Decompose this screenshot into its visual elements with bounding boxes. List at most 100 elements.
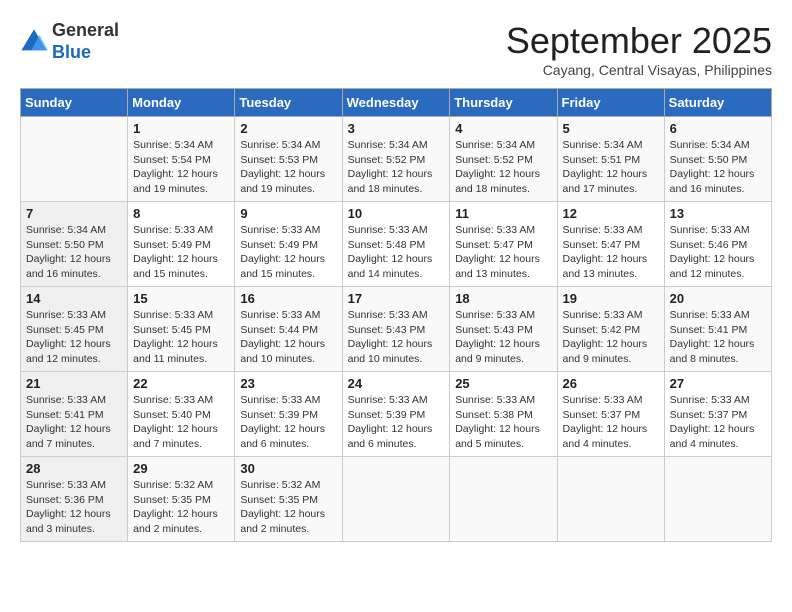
day-info: Sunrise: 5:33 AMSunset: 5:39 PMDaylight:… [348, 393, 445, 452]
day-info: Sunrise: 5:33 AMSunset: 5:37 PMDaylight:… [670, 393, 766, 452]
day-info: Sunrise: 5:33 AMSunset: 5:37 PMDaylight:… [563, 393, 659, 452]
calendar-cell: 2 Sunrise: 5:34 AMSunset: 5:53 PMDaylight… [235, 117, 342, 202]
calendar-day-header: Saturday [664, 89, 771, 117]
calendar-cell [664, 457, 771, 542]
day-info: Sunrise: 5:34 AMSunset: 5:50 PMDaylight:… [670, 138, 766, 197]
calendar-cell: 29Sunrise: 5:32 AMSunset: 5:35 PMDayligh… [128, 457, 235, 542]
calendar-cell: 23 Sunrise: 5:33 AMSunset: 5:39 PMDayligh… [235, 372, 342, 457]
logo-general-text: General [52, 20, 119, 42]
calendar-cell: 26 Sunrise: 5:33 AMSunset: 5:37 PMDayligh… [557, 372, 664, 457]
day-number: 15 [133, 291, 229, 306]
day-number: 22 [133, 376, 229, 391]
calendar-cell [21, 117, 128, 202]
calendar-day-header: Monday [128, 89, 235, 117]
month-title: September 2025 [506, 20, 772, 62]
calendar-cell [450, 457, 557, 542]
day-info: Sunrise: 5:34 AMSunset: 5:54 PMDaylight:… [133, 138, 229, 197]
calendar-week-row: 7 Sunrise: 5:34 AMSunset: 5:50 PMDaylight… [21, 202, 772, 287]
day-info: Sunrise: 5:34 AMSunset: 5:52 PMDaylight:… [348, 138, 445, 197]
day-number: 8 [133, 206, 229, 221]
page-header: General Blue September 2025 Cayang, Cent… [20, 20, 772, 78]
day-number: 10 [348, 206, 445, 221]
logo: General Blue [20, 20, 119, 63]
calendar-cell: 4 Sunrise: 5:34 AMSunset: 5:52 PMDaylight… [450, 117, 557, 202]
calendar-cell: 9 Sunrise: 5:33 AMSunset: 5:49 PMDaylight… [235, 202, 342, 287]
day-number: 30 [240, 461, 336, 476]
calendar-cell: 17 Sunrise: 5:33 AMSunset: 5:43 PMDayligh… [342, 287, 450, 372]
day-number: 23 [240, 376, 336, 391]
calendar-cell [557, 457, 664, 542]
day-number: 1 [133, 121, 229, 136]
calendar-cell: 6 Sunrise: 5:34 AMSunset: 5:50 PMDaylight… [664, 117, 771, 202]
calendar-cell: 1 Sunrise: 5:34 AMSunset: 5:54 PMDaylight… [128, 117, 235, 202]
day-info: Sunrise: 5:33 AMSunset: 5:47 PMDaylight:… [455, 223, 551, 282]
day-number: 2 [240, 121, 336, 136]
day-info: Sunrise: 5:33 AMSunset: 5:43 PMDaylight:… [455, 308, 551, 367]
title-area: September 2025 Cayang, Central Visayas, … [506, 20, 772, 78]
day-number: 25 [455, 376, 551, 391]
calendar-cell: 28 Sunrise: 5:33 AMSunset: 5:36 PMDayligh… [21, 457, 128, 542]
calendar-cell: 24 Sunrise: 5:33 AMSunset: 5:39 PMDayligh… [342, 372, 450, 457]
calendar-cell: 14 Sunrise: 5:33 AMSunset: 5:45 PMDayligh… [21, 287, 128, 372]
day-number: 11 [455, 206, 551, 221]
calendar-cell: 12 Sunrise: 5:33 AMSunset: 5:47 PMDayligh… [557, 202, 664, 287]
day-number: 9 [240, 206, 336, 221]
day-number: 24 [348, 376, 445, 391]
day-number: 6 [670, 121, 766, 136]
day-number: 27 [670, 376, 766, 391]
day-number: 19 [563, 291, 659, 306]
day-number: 12 [563, 206, 659, 221]
calendar-cell: 20 Sunrise: 5:33 AMSunset: 5:41 PMDayligh… [664, 287, 771, 372]
calendar-table: SundayMondayTuesdayWednesdayThursdayFrid… [20, 88, 772, 542]
day-number: 17 [348, 291, 445, 306]
calendar-cell: 27 Sunrise: 5:33 AMSunset: 5:37 PMDayligh… [664, 372, 771, 457]
day-number: 3 [348, 121, 445, 136]
calendar-cell: 16Sunrise: 5:33 AMSunset: 5:44 PMDayligh… [235, 287, 342, 372]
day-info: Sunrise: 5:34 AMSunset: 5:50 PMDaylight:… [26, 223, 122, 282]
calendar-cell: 19 Sunrise: 5:33 AMSunset: 5:42 PMDayligh… [557, 287, 664, 372]
day-info: Sunrise: 5:33 AMSunset: 5:36 PMDaylight:… [26, 478, 122, 537]
day-info: Sunrise: 5:33 AMSunset: 5:45 PMDaylight:… [26, 308, 122, 367]
calendar-cell: 25 Sunrise: 5:33 AMSunset: 5:38 PMDayligh… [450, 372, 557, 457]
day-number: 26 [563, 376, 659, 391]
day-info: Sunrise: 5:33 AMSunset: 5:44 PMDaylight:… [240, 308, 336, 367]
day-info: Sunrise: 5:33 AMSunset: 5:48 PMDaylight:… [348, 223, 445, 282]
day-info: Sunrise: 5:33 AMSunset: 5:45 PMDaylight:… [133, 308, 229, 367]
calendar-header-row: SundayMondayTuesdayWednesdayThursdayFrid… [21, 89, 772, 117]
day-number: 29 [133, 461, 229, 476]
calendar-day-header: Friday [557, 89, 664, 117]
day-info: Sunrise: 5:32 AMSunset: 5:35 PMDaylight:… [240, 478, 336, 537]
day-info: Sunrise: 5:33 AMSunset: 5:46 PMDaylight:… [670, 223, 766, 282]
day-info: Sunrise: 5:33 AMSunset: 5:49 PMDaylight:… [240, 223, 336, 282]
day-number: 4 [455, 121, 551, 136]
day-info: Sunrise: 5:34 AMSunset: 5:52 PMDaylight:… [455, 138, 551, 197]
day-info: Sunrise: 5:33 AMSunset: 5:41 PMDaylight:… [670, 308, 766, 367]
day-info: Sunrise: 5:33 AMSunset: 5:42 PMDaylight:… [563, 308, 659, 367]
calendar-cell: 7 Sunrise: 5:34 AMSunset: 5:50 PMDaylight… [21, 202, 128, 287]
calendar-cell [342, 457, 450, 542]
logo-blue-text: Blue [52, 42, 119, 64]
day-number: 7 [26, 206, 122, 221]
day-number: 14 [26, 291, 122, 306]
day-info: Sunrise: 5:33 AMSunset: 5:47 PMDaylight:… [563, 223, 659, 282]
calendar-cell: 30 Sunrise: 5:32 AMSunset: 5:35 PMDayligh… [235, 457, 342, 542]
day-number: 28 [26, 461, 122, 476]
calendar-day-header: Sunday [21, 89, 128, 117]
calendar-cell: 3 Sunrise: 5:34 AMSunset: 5:52 PMDaylight… [342, 117, 450, 202]
calendar-cell: 18 Sunrise: 5:33 AMSunset: 5:43 PMDayligh… [450, 287, 557, 372]
day-info: Sunrise: 5:33 AMSunset: 5:49 PMDaylight:… [133, 223, 229, 282]
day-number: 20 [670, 291, 766, 306]
calendar-day-header: Wednesday [342, 89, 450, 117]
calendar-week-row: 28 Sunrise: 5:33 AMSunset: 5:36 PMDayligh… [21, 457, 772, 542]
day-info: Sunrise: 5:33 AMSunset: 5:40 PMDaylight:… [133, 393, 229, 452]
day-info: Sunrise: 5:33 AMSunset: 5:38 PMDaylight:… [455, 393, 551, 452]
day-info: Sunrise: 5:33 AMSunset: 5:39 PMDaylight:… [240, 393, 336, 452]
logo-icon [20, 28, 48, 56]
day-info: Sunrise: 5:34 AMSunset: 5:53 PMDaylight:… [240, 138, 336, 197]
calendar-week-row: 14 Sunrise: 5:33 AMSunset: 5:45 PMDayligh… [21, 287, 772, 372]
calendar-cell: 5Sunrise: 5:34 AMSunset: 5:51 PMDaylight… [557, 117, 664, 202]
calendar-cell: 13Sunrise: 5:33 AMSunset: 5:46 PMDayligh… [664, 202, 771, 287]
day-info: Sunrise: 5:33 AMSunset: 5:43 PMDaylight:… [348, 308, 445, 367]
calendar-week-row: 1 Sunrise: 5:34 AMSunset: 5:54 PMDaylight… [21, 117, 772, 202]
day-number: 18 [455, 291, 551, 306]
